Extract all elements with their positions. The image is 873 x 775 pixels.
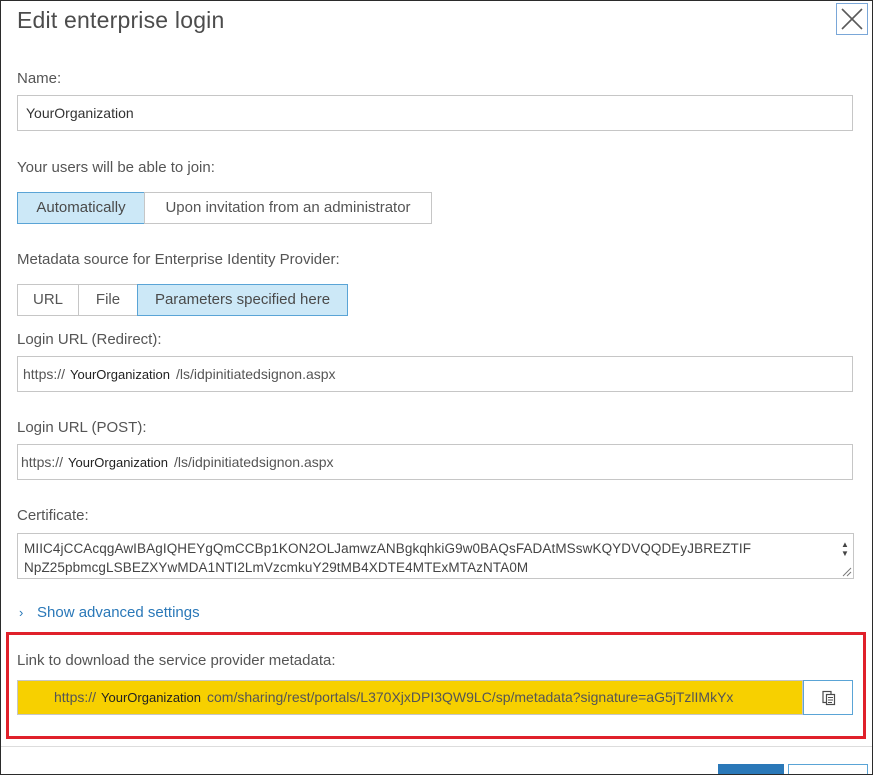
dialog-title: Edit enterprise login — [17, 7, 225, 33]
advanced-settings-label: Show advanced settings — [37, 604, 200, 621]
login-post-label: Login URL (POST): — [17, 419, 147, 436]
sp-metadata-prefix: https:// — [54, 689, 97, 705]
login-post-org: YourOrganization — [68, 455, 169, 470]
copy-link-button[interactable] — [803, 680, 853, 715]
login-post-suffix: /ls/idpinitiatedsignon.aspx — [174, 454, 334, 470]
sp-metadata-label: Link to download the service provider me… — [17, 652, 336, 669]
login-redirect-input[interactable]: https:// YourOrganization/ls/idpinitiated… — [17, 356, 853, 392]
metadata-option-file[interactable]: File — [78, 284, 138, 316]
show-advanced-settings-link[interactable]: › Show advanced settings — [19, 604, 200, 621]
close-button[interactable] — [836, 3, 868, 35]
login-redirect-suffix: /ls/idpinitiatedsignon.aspx — [176, 366, 336, 382]
textarea-scrollbar[interactable]: ▲ ▼ — [841, 540, 849, 558]
certificate-label: Certificate: — [17, 507, 89, 524]
metadata-option-parameters[interactable]: Parameters specified here — [137, 284, 348, 316]
metadata-option-url[interactable]: URL — [17, 284, 79, 316]
footer-divider — [1, 746, 872, 747]
certificate-line: NpZ25pbmcgLSBEZXYwMDA1NTI2LmVzcmkuY29tMB… — [24, 560, 529, 575]
certificate-line: MIIC4jCCAcqgAwIBAgIQHEYgQmCCBp1KON2OLJam… — [24, 541, 752, 556]
close-icon — [841, 8, 863, 30]
join-option-automatically[interactable]: Automatically — [17, 192, 145, 224]
sp-metadata-suffix: com/sharing/rest/portals/L370XjxDPI3QW9L… — [207, 689, 734, 705]
login-redirect-label: Login URL (Redirect): — [17, 331, 162, 348]
certificate-textarea[interactable]: MIIC4jCCAcqgAwIBAgIQHEYgQmCCBp1KON2OLJam… — [17, 533, 854, 579]
join-label: Your users will be able to join: — [17, 159, 215, 176]
login-redirect-prefix: https:// — [23, 366, 66, 382]
copy-icon — [822, 690, 836, 706]
name-label: Name: — [17, 70, 62, 87]
sp-metadata-org: YourOrganization — [101, 690, 202, 705]
metadata-source-label: Metadata source for Enterprise Identity … — [17, 251, 340, 268]
login-post-input[interactable]: https:// YourOrganization/ls/idpinitiated… — [17, 444, 853, 480]
edit-enterprise-login-dialog: Edit enterprise login Name: YourOrganiza… — [0, 0, 873, 775]
login-post-prefix: https:// — [21, 454, 64, 470]
ok-button[interactable] — [718, 764, 784, 774]
login-redirect-org: YourOrganization — [70, 367, 171, 382]
name-input[interactable]: YourOrganization — [17, 95, 853, 131]
join-option-invitation[interactable]: Upon invitation from an administrator — [144, 192, 432, 224]
cancel-button[interactable] — [788, 764, 868, 774]
sp-metadata-link-input[interactable]: https:// YourOrganization com/sharing/rest… — [17, 680, 803, 715]
chevron-right-icon: › — [19, 605, 24, 620]
resize-grip-icon[interactable] — [842, 567, 852, 577]
